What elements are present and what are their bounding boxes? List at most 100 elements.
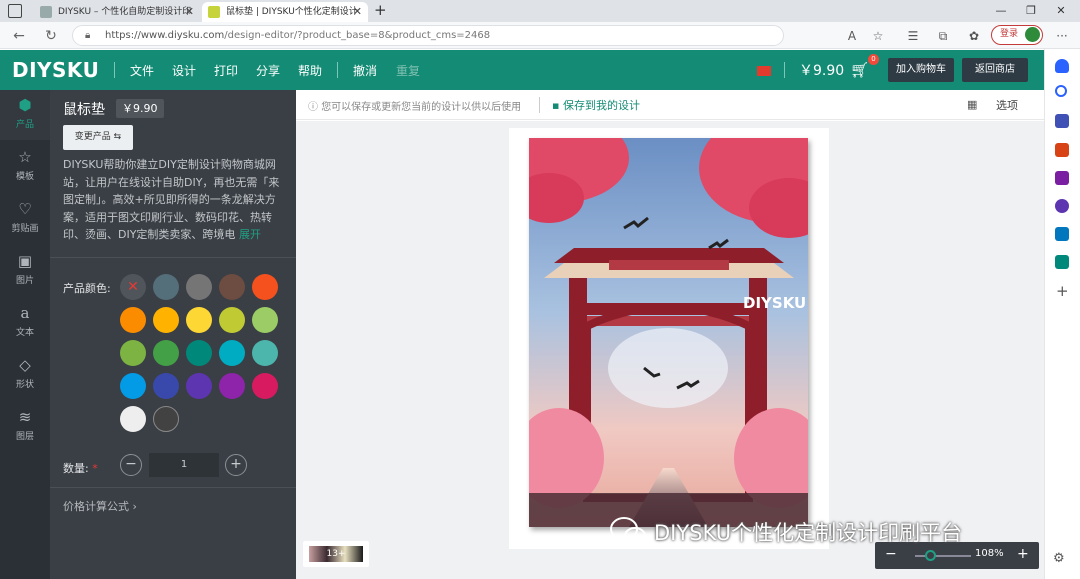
quantity-label: 数量: * (63, 460, 98, 476)
search-icon[interactable] (1055, 85, 1067, 97)
menu-help[interactable]: 帮助 (298, 62, 322, 79)
login-button[interactable]: 登录 (991, 25, 1043, 45)
close-tab-icon[interactable]: ✕ (185, 2, 194, 22)
undo-button[interactable]: 撤消 (353, 62, 377, 79)
color-swatch[interactable] (120, 406, 146, 432)
collections-icon[interactable]: ⧉ (933, 26, 953, 46)
avatar (1025, 27, 1040, 42)
favorite-star-icon[interactable]: ☆ (868, 26, 888, 46)
cart-icon[interactable]: 🛒︎ (850, 61, 869, 79)
extensions-icon[interactable]: ✿ (964, 26, 984, 46)
zoom-out-button[interactable]: − (885, 546, 897, 562)
product-title: 鼠标垫 (63, 102, 105, 118)
rail-item-templates[interactable]: ☆ 模板 (0, 142, 50, 192)
header-divider (114, 62, 115, 78)
color-swatch[interactable] (186, 307, 212, 333)
color-swatch[interactable] (153, 373, 179, 399)
page-thumbnail[interactable]: 13+ (303, 541, 369, 567)
zoom-level: 108% (975, 548, 1004, 559)
add-to-cart-button[interactable]: 加入购物车 (888, 58, 954, 82)
quantity-input[interactable]: 1 (149, 453, 219, 477)
no-color-swatch[interactable]: ✕ (120, 274, 146, 300)
rail-item-layers[interactable]: ≋ 图层 (0, 402, 50, 452)
country-flag-icon[interactable] (757, 66, 771, 76)
design-canvas[interactable]: DIYSKU 13+ − 108% + (296, 121, 1044, 579)
tag-icon[interactable] (1055, 114, 1069, 128)
minimize-icon[interactable]: — (986, 0, 1016, 22)
color-swatch[interactable] (252, 340, 278, 366)
toolbox-icon[interactable] (1055, 143, 1069, 157)
send-icon[interactable] (1055, 255, 1069, 269)
browser-tab-bar: DIYSKU – 个性化自助定制设计印 ✕ 鼠标垫 | DIYSKU个性化定制设… (0, 0, 1080, 22)
outlook-icon[interactable] (1055, 227, 1069, 241)
color-swatch[interactable] (186, 373, 212, 399)
menu-file[interactable]: 文件 (130, 62, 154, 79)
back-to-shop-button[interactable]: 返回商店 (962, 58, 1028, 82)
menu-design[interactable]: 设计 (172, 62, 196, 79)
artwork-illustration: DIYSKU (529, 138, 808, 527)
color-swatch[interactable] (186, 274, 212, 300)
color-swatch[interactable] (252, 307, 278, 333)
menu-print[interactable]: 打印 (214, 62, 238, 79)
tab-actions-icon[interactable] (8, 4, 22, 18)
bell-icon[interactable] (1055, 59, 1069, 73)
color-swatch[interactable] (186, 340, 212, 366)
zoom-in-button[interactable]: + (1017, 546, 1029, 562)
add-sidebar-icon[interactable]: + (1056, 282, 1069, 300)
redo-button[interactable]: 重复 (396, 62, 420, 79)
zoom-slider-knob[interactable] (925, 550, 936, 561)
close-tab-icon[interactable]: ✕ (353, 2, 362, 22)
color-swatch[interactable] (252, 373, 278, 399)
rail-item-shapes[interactable]: ◇ 形状 (0, 350, 50, 400)
color-swatch[interactable] (153, 340, 179, 366)
rail-item-product[interactable]: ⬢ 产品 (0, 90, 50, 140)
artwork-image[interactable]: DIYSKU (529, 138, 808, 527)
expand-link[interactable]: 展开 (239, 228, 261, 241)
restore-icon[interactable]: ❐ (1016, 0, 1046, 22)
qr-code-icon[interactable]: ▦ (967, 98, 977, 111)
color-swatch[interactable] (153, 274, 179, 300)
color-swatch[interactable] (219, 340, 245, 366)
color-swatch[interactable] (153, 307, 179, 333)
floppy-icon: ▪ (552, 99, 563, 112)
color-swatch[interactable] (219, 274, 245, 300)
browser-tab-2[interactable]: 鼠标垫 | DIYSKU个性化定制设计 ✕ (202, 2, 368, 22)
menu-share[interactable]: 分享 (256, 62, 280, 79)
read-aloud-icon[interactable]: A (842, 26, 862, 46)
favorites-list-icon[interactable]: ☰ (903, 26, 923, 46)
color-swatch[interactable] (219, 373, 245, 399)
color-swatch[interactable] (120, 307, 146, 333)
close-window-icon[interactable]: ✕ (1046, 0, 1076, 22)
color-swatch[interactable] (219, 307, 245, 333)
options-button[interactable]: 选项 (996, 97, 1018, 113)
price-formula-link[interactable]: 价格计算公式 › (63, 498, 137, 514)
panel-divider (50, 257, 296, 258)
change-product-button[interactable]: 变更产品 ⇆ (63, 125, 133, 150)
color-swatch[interactable] (120, 340, 146, 366)
more-menu-icon[interactable]: ··· (1052, 26, 1072, 46)
product-price: ￥9.90 (116, 99, 164, 118)
url-input[interactable]: 🔒︎ https://www.diysku.com/design-editor/… (72, 25, 784, 46)
gear-icon[interactable]: ⚙ (1053, 551, 1065, 566)
logo[interactable]: DIYSKU (12, 58, 99, 82)
url-path: /design-editor/?product_base=8&product_c… (224, 30, 491, 41)
color-swatch[interactable] (120, 373, 146, 399)
refresh-icon[interactable]: ↻ (40, 25, 62, 47)
zoom-slider-track[interactable] (915, 555, 971, 557)
color-swatch[interactable] (153, 406, 179, 432)
save-design-button[interactable]: ▪ 保存到我的设计 (552, 97, 640, 113)
lock-icon: 🔒︎ (85, 30, 91, 41)
rail-item-clipart[interactable]: ♡ 剪贴画 (0, 194, 50, 244)
rail-item-images[interactable]: ▣ 图片 (0, 246, 50, 296)
rail-item-text[interactable]: a 文本 (0, 298, 50, 348)
quantity-minus-button[interactable]: − (120, 454, 142, 476)
copilot-icon[interactable] (1055, 199, 1069, 213)
quantity-plus-button[interactable]: + (225, 454, 247, 476)
browser-tab-1[interactable]: DIYSKU – 个性化自助定制设计印 ✕ (34, 2, 200, 22)
new-tab-button[interactable]: + (374, 1, 387, 19)
artwork-text: DIYSKU (743, 294, 806, 312)
save-tip-text: 您可以保存或更新您当前的设计以供以后使用 (321, 102, 522, 113)
games-icon[interactable] (1055, 171, 1069, 185)
back-arrow-icon[interactable]: ← (8, 25, 30, 47)
color-swatch[interactable] (252, 274, 278, 300)
